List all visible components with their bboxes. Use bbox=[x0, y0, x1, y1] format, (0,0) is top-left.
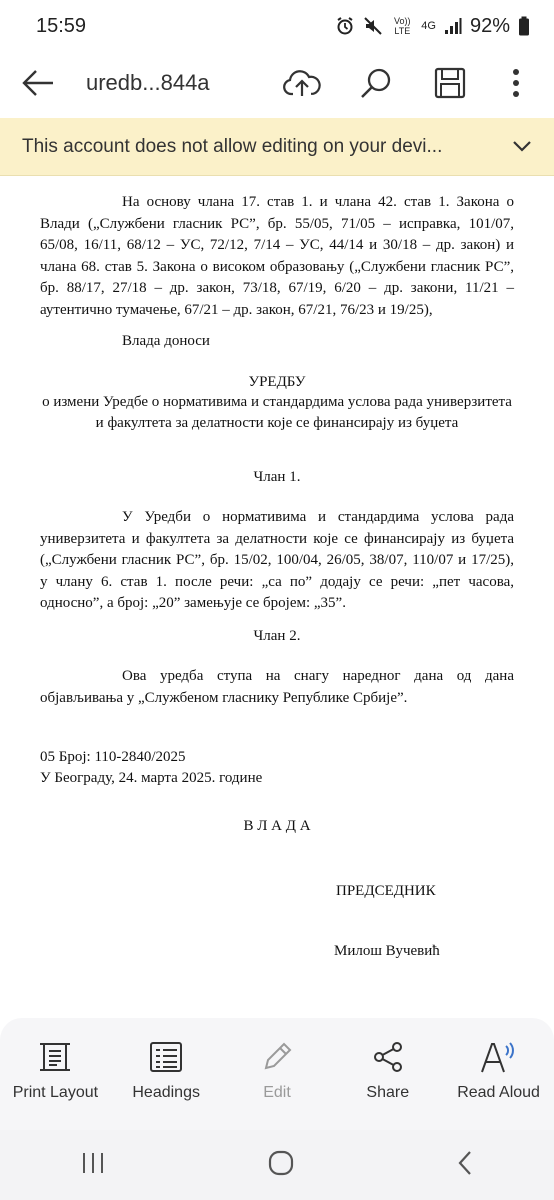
decree-subtitle: о измени Уредбе о нормативима и стандард… bbox=[42, 394, 512, 431]
recent-apps-button[interactable] bbox=[81, 1151, 105, 1180]
chevron-down-icon[interactable] bbox=[512, 136, 532, 158]
status-icons: Vo)) LTE 4G 92% bbox=[335, 15, 530, 38]
article-2-heading: Члан 2. bbox=[253, 628, 301, 644]
signal-icon bbox=[444, 17, 462, 35]
share-icon bbox=[373, 1042, 402, 1072]
president-name: Милош Вучевић bbox=[334, 943, 440, 959]
decree-title: УРЕДБУ bbox=[248, 374, 306, 390]
share-label: Share bbox=[366, 1084, 410, 1101]
search-button[interactable] bbox=[354, 61, 398, 105]
nav-back-icon bbox=[458, 1150, 471, 1175]
alarm-icon bbox=[335, 16, 355, 36]
place-and-date: У Београду, 24. марта 2025. године bbox=[40, 770, 263, 786]
app-toolbar: uredb...844a bbox=[0, 52, 554, 114]
mute-icon bbox=[363, 16, 383, 36]
print-layout-label: Print Layout bbox=[12, 1084, 99, 1101]
edit-button[interactable]: Edit bbox=[227, 1040, 327, 1102]
headings-icon bbox=[150, 1042, 183, 1072]
print-layout-icon bbox=[40, 1043, 71, 1071]
battery-icon bbox=[518, 16, 530, 36]
volte-label: Vo)) LTE bbox=[394, 16, 411, 36]
share-button[interactable]: Share bbox=[338, 1040, 438, 1102]
document-page: На основу члана 17. став 1. и члана 42. … bbox=[0, 176, 554, 1018]
home-icon bbox=[268, 1150, 294, 1175]
edit-label: Edit bbox=[263, 1084, 291, 1101]
system-navigation-bar bbox=[0, 1130, 554, 1200]
save-button[interactable] bbox=[428, 61, 472, 105]
editing-restriction-banner[interactable]: This account does not allow editing on y… bbox=[0, 118, 554, 176]
home-button[interactable] bbox=[268, 1150, 294, 1181]
president-title: ПРЕДСЕДНИК bbox=[336, 883, 436, 899]
save-icon bbox=[434, 67, 466, 99]
read-aloud-icon bbox=[480, 1042, 514, 1073]
back-button[interactable] bbox=[16, 61, 60, 105]
government-adopts: Влада доноси bbox=[122, 333, 210, 349]
battery-percent: 92% bbox=[469, 14, 510, 37]
pencil-icon bbox=[264, 1042, 292, 1070]
network-label: 4G bbox=[421, 20, 436, 32]
status-bar: 15:59 Vo)) LTE 4G 92% bbox=[0, 0, 554, 52]
intro-paragraph: На основу члана 17. став 1. и члана 42. … bbox=[40, 194, 514, 318]
government-signature: В Л А Д А bbox=[243, 818, 311, 834]
read-aloud-label: Read Aloud bbox=[457, 1084, 540, 1101]
recent-apps-icon bbox=[83, 1152, 104, 1173]
nav-back-button[interactable] bbox=[457, 1150, 473, 1181]
headings-button[interactable]: Headings bbox=[116, 1040, 216, 1102]
search-icon bbox=[361, 68, 391, 98]
upload-button[interactable] bbox=[280, 61, 324, 105]
back-arrow-icon bbox=[22, 70, 53, 96]
document-title: uredb...844a bbox=[86, 70, 210, 95]
cloud-upload-icon bbox=[283, 70, 321, 96]
bottom-toolbar: Print Layout Headings Edit Share Read Al… bbox=[0, 1018, 554, 1130]
print-layout-button[interactable]: Print Layout bbox=[5, 1040, 105, 1102]
article-1-heading: Члан 1. bbox=[253, 469, 301, 485]
more-vertical-icon bbox=[513, 69, 519, 97]
article-2-text: Ова уредба ступа на снагу наредног дана … bbox=[40, 668, 514, 706]
status-time: 15:59 bbox=[36, 14, 87, 37]
headings-label: Headings bbox=[132, 1084, 200, 1101]
more-options-button[interactable] bbox=[494, 61, 538, 105]
read-aloud-button[interactable]: Read Aloud bbox=[449, 1040, 549, 1102]
banner-message: This account does not allow editing on y… bbox=[22, 135, 443, 157]
document-number: 05 Број: 110-2840/2025 bbox=[40, 749, 186, 765]
article-1-text: У Уредби о нормативима и стандардима усл… bbox=[40, 509, 514, 612]
